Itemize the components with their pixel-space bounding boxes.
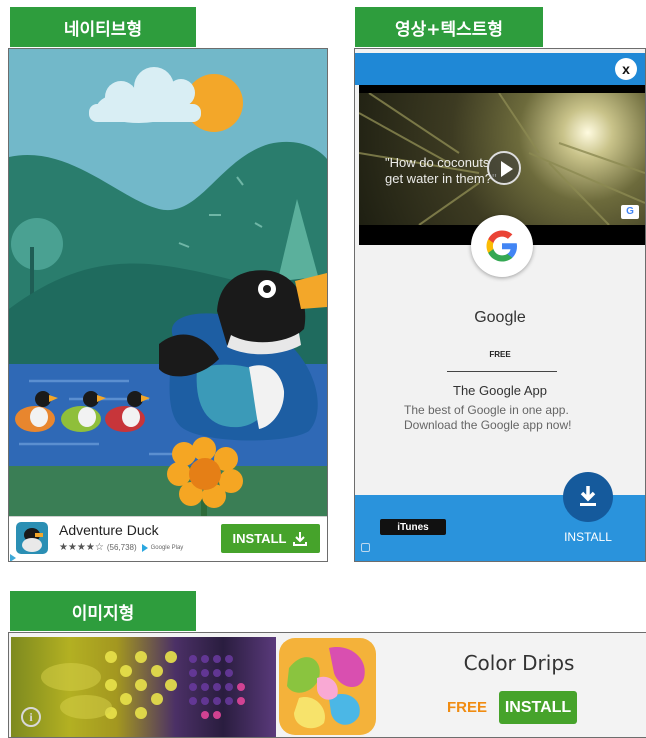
image-app-title: Color Drips — [463, 651, 575, 675]
adventure-duck-illustration — [9, 49, 327, 516]
image-install-label: INSTALL — [504, 698, 572, 716]
divider — [447, 371, 557, 372]
video-ad-frame[interactable]: x "How do coconuts get water in them?" G — [354, 48, 646, 562]
native-ad-bar[interactable]: Adventure Duck ★★★★☆ (56,738) Google Pla… — [9, 516, 327, 561]
video-app-title: Google — [474, 309, 526, 326]
ad-info-icon[interactable] — [361, 543, 370, 552]
download-arrow-icon — [580, 486, 596, 506]
native-install-button[interactable]: INSTALL — [221, 524, 320, 553]
close-icon: x — [622, 61, 630, 77]
native-install-label: INSTALL — [232, 531, 287, 546]
itunes-badge[interactable]: iTunes — [380, 519, 446, 535]
download-icon — [293, 531, 308, 546]
video-ad-header — [355, 53, 645, 85]
section-tag-video-label: 영상+텍스트형 — [394, 19, 504, 40]
colorful-dots-shape — [41, 651, 245, 719]
sun-shape — [185, 74, 243, 132]
google-g-icon — [486, 230, 517, 262]
google-app-icon — [471, 215, 533, 277]
video-google-badge-icon: G — [621, 205, 639, 219]
image-install-button[interactable]: INSTALL — [499, 691, 577, 724]
close-button[interactable]: x — [615, 58, 637, 80]
section-tag-image: 이미지형 — [10, 591, 196, 631]
tree-shape — [11, 218, 63, 270]
native-app-name: Adventure Duck — [59, 522, 159, 538]
video-install-circle-button[interactable] — [563, 472, 613, 522]
native-rating-row: ★★★★☆ (56,738) Google Play — [59, 542, 183, 553]
rating-stars: ★★★★☆ — [59, 542, 104, 553]
game-screenshot: i — [11, 637, 276, 737]
video-caption-line1: "How do coconuts — [385, 155, 490, 170]
section-tag-native: 네이티브형 — [10, 7, 196, 47]
section-tag-video: 영상+텍스트형 — [355, 7, 543, 47]
native-ad-frame[interactable]: Adventure Duck ★★★★☆ (56,738) Google Pla… — [8, 48, 328, 562]
video-price: FREE — [489, 350, 511, 359]
review-count: (56,738) — [106, 543, 137, 552]
section-tag-native-label: 네이티브형 — [63, 19, 143, 40]
section-tag-image-label: 이미지형 — [71, 603, 135, 624]
info-icon[interactable]: i — [21, 707, 41, 727]
play-button[interactable] — [487, 151, 521, 185]
ad-choices-icon[interactable] — [10, 554, 16, 561]
image-price: FREE — [447, 699, 488, 716]
video-description: The best of Google in one app. Download … — [404, 403, 572, 432]
play-icon — [501, 161, 513, 177]
duck-app-icon — [16, 522, 48, 554]
video-app-fullname: The Google App — [453, 383, 547, 398]
itunes-label: iTunes — [397, 521, 429, 533]
store-label: Google Play — [150, 544, 184, 551]
video-install-label[interactable]: INSTALL — [555, 530, 621, 544]
image-ad-frame[interactable]: i Color Drips FREE INSTALL — [8, 632, 646, 738]
video-caption-line2: get water in them?" — [385, 171, 497, 186]
google-play-icon — [141, 543, 148, 552]
video-caption: "How do coconuts get water in them?" — [385, 155, 497, 187]
video-frame: "How do coconuts get water in them?" G — [359, 93, 645, 225]
color-drips-app-icon — [279, 638, 376, 735]
